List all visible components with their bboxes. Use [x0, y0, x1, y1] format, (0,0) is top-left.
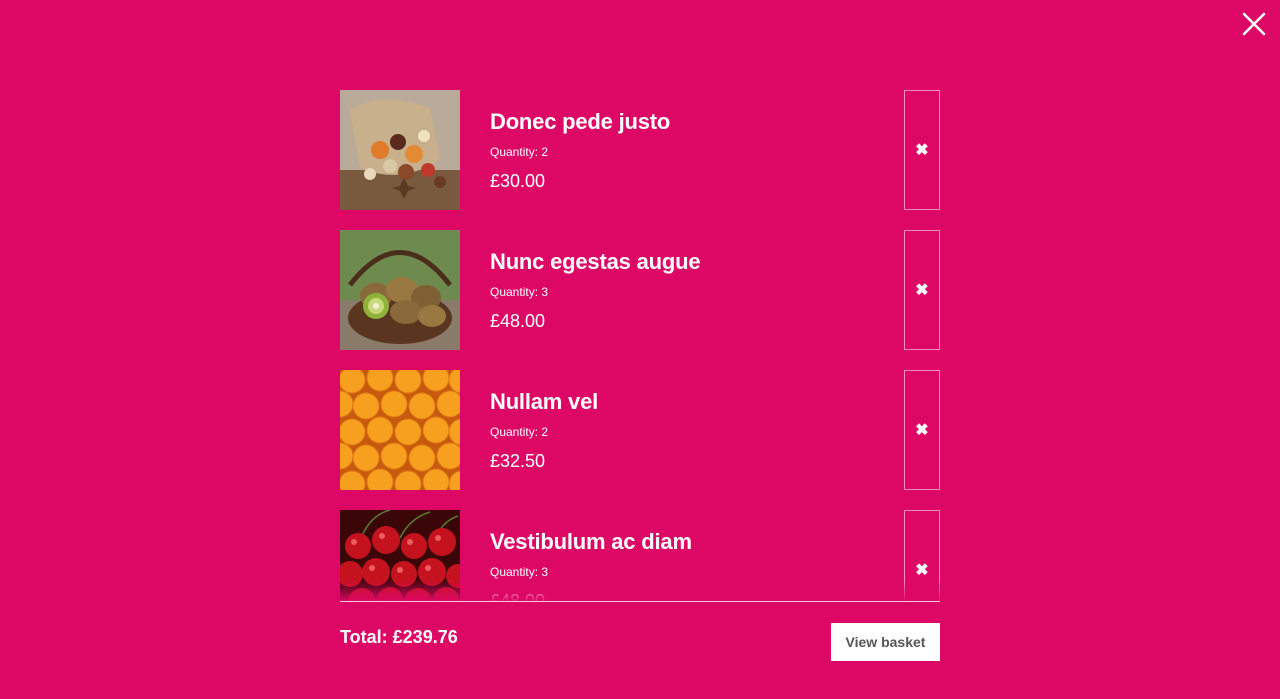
basket-footer: Total: £239.76 View basket — [340, 602, 940, 662]
remove-item-button[interactable]: ✖ — [904, 370, 940, 490]
remove-icon: ✖ — [915, 562, 929, 579]
basket-item: Vestibulum ac diam Quantity: 3 £48.00 ✖ — [340, 510, 940, 601]
item-name[interactable]: Donec pede justo — [490, 108, 670, 136]
basket-item: Nunc egestas augue Quantity: 3 £48.00 ✖ — [340, 230, 940, 350]
remove-item-button[interactable]: ✖ — [904, 230, 940, 350]
basket-item-list[interactable]: Donec pede justo Quantity: 2 £30.00 ✖ Nu… — [340, 90, 940, 601]
dried-fruit-nuts-image[interactable] — [340, 90, 460, 210]
basket-overlay: Donec pede justo Quantity: 2 £30.00 ✖ Nu… — [0, 0, 1280, 699]
item-info: Donec pede justo Quantity: 2 £30.00 — [490, 108, 670, 192]
remove-icon: ✖ — [915, 142, 929, 159]
basket-panel: Donec pede justo Quantity: 2 £30.00 ✖ Nu… — [340, 90, 940, 662]
basket-item: Nullam vel Quantity: 2 £32.50 ✖ — [340, 370, 940, 490]
basket-item: Donec pede justo Quantity: 2 £30.00 ✖ — [340, 90, 940, 210]
remove-item-button[interactable]: ✖ — [904, 90, 940, 210]
basket-total: Total: £239.76 — [340, 627, 458, 647]
item-quantity: Quantity: 3 — [490, 285, 549, 299]
item-info: Vestibulum ac diam Quantity: 3 £48.00 — [490, 528, 692, 601]
item-name[interactable]: Nullam vel — [490, 388, 598, 416]
item-quantity: Quantity: 2 — [490, 145, 549, 159]
remove-icon: ✖ — [915, 422, 929, 439]
item-quantity: Quantity: 2 — [490, 425, 549, 439]
cherries-image[interactable] — [340, 510, 460, 601]
item-price: £48.00 — [490, 591, 546, 601]
item-name[interactable]: Vestibulum ac diam — [490, 528, 692, 556]
item-name[interactable]: Nunc egestas augue — [490, 248, 701, 276]
item-price: £30.00 — [490, 171, 546, 191]
item-info: Nullam vel Quantity: 2 £32.50 — [490, 388, 598, 472]
oranges-image[interactable] — [340, 370, 460, 490]
item-price: £32.50 — [490, 451, 546, 471]
remove-icon: ✖ — [915, 282, 929, 299]
item-quantity: Quantity: 3 — [490, 565, 549, 579]
item-info: Nunc egestas augue Quantity: 3 £48.00 — [490, 248, 701, 332]
remove-item-button[interactable]: ✖ — [904, 510, 940, 601]
close-button[interactable] — [1240, 10, 1268, 38]
view-basket-button[interactable]: View basket — [831, 623, 940, 661]
kiwi-basket-image[interactable] — [340, 230, 460, 350]
close-icon — [1242, 12, 1266, 36]
item-price: £48.00 — [490, 311, 546, 331]
